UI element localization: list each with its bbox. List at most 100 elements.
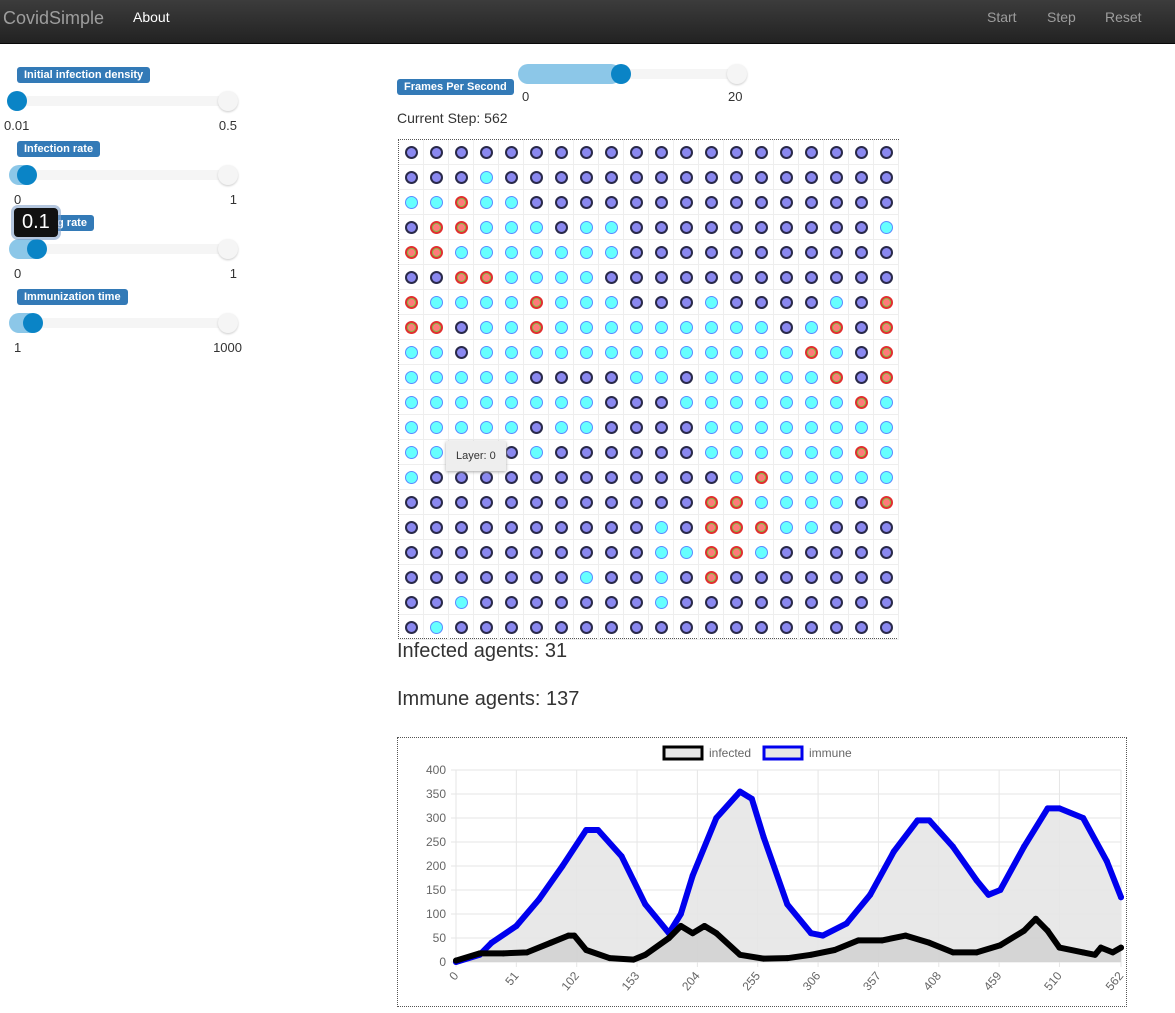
grid-cell[interactable]: [774, 515, 799, 540]
grid-cell[interactable]: [849, 490, 874, 515]
grid-cell[interactable]: [774, 490, 799, 515]
grid-cell[interactable]: [874, 465, 899, 490]
grid-cell[interactable]: [724, 465, 749, 490]
slider[interactable]: [9, 165, 238, 185]
grid-cell[interactable]: [474, 290, 499, 315]
grid-cell[interactable]: [599, 365, 624, 390]
grid-cell[interactable]: [724, 440, 749, 465]
grid-cell[interactable]: [449, 390, 474, 415]
grid-cell[interactable]: [699, 465, 724, 490]
grid-cell[interactable]: [624, 140, 649, 165]
grid-cell[interactable]: [799, 290, 824, 315]
grid-cell[interactable]: [699, 615, 724, 640]
grid-cell[interactable]: [824, 165, 849, 190]
grid-cell[interactable]: [449, 565, 474, 590]
grid-cell[interactable]: [399, 390, 424, 415]
grid-cell[interactable]: [499, 490, 524, 515]
grid-cell[interactable]: [474, 415, 499, 440]
grid-cell[interactable]: [774, 165, 799, 190]
grid-cell[interactable]: [524, 590, 549, 615]
grid-cell[interactable]: [399, 340, 424, 365]
grid-cell[interactable]: [674, 615, 699, 640]
grid-cell[interactable]: [849, 315, 874, 340]
grid-cell[interactable]: [749, 415, 774, 440]
grid-cell[interactable]: [799, 315, 824, 340]
grid-cell[interactable]: [824, 315, 849, 340]
grid-cell[interactable]: [449, 140, 474, 165]
grid-cell[interactable]: [849, 540, 874, 565]
grid-cell[interactable]: [424, 390, 449, 415]
grid-cell[interactable]: [724, 215, 749, 240]
grid-cell[interactable]: [474, 365, 499, 390]
grid-cell[interactable]: [649, 340, 674, 365]
grid-cell[interactable]: [674, 490, 699, 515]
grid-cell[interactable]: [574, 490, 599, 515]
grid-cell[interactable]: [524, 140, 549, 165]
grid-cell[interactable]: [649, 440, 674, 465]
grid-cell[interactable]: [724, 515, 749, 540]
grid-cell[interactable]: [424, 615, 449, 640]
grid-cell[interactable]: [874, 565, 899, 590]
grid-cell[interactable]: [774, 540, 799, 565]
grid-cell[interactable]: [724, 615, 749, 640]
grid-cell[interactable]: [574, 440, 599, 465]
grid-cell[interactable]: [774, 415, 799, 440]
grid-cell[interactable]: [799, 265, 824, 290]
grid-cell[interactable]: [699, 190, 724, 215]
grid-cell[interactable]: [549, 315, 574, 340]
grid-cell[interactable]: [574, 565, 599, 590]
grid-cell[interactable]: [624, 340, 649, 365]
grid-cell[interactable]: [524, 565, 549, 590]
grid-cell[interactable]: [574, 190, 599, 215]
grid-cell[interactable]: [474, 340, 499, 365]
grid-cell[interactable]: [599, 465, 624, 490]
grid-cell[interactable]: [674, 165, 699, 190]
grid-cell[interactable]: [824, 590, 849, 615]
grid-cell[interactable]: [649, 490, 674, 515]
grid-cell[interactable]: [574, 365, 599, 390]
grid-cell[interactable]: [474, 140, 499, 165]
grid-cell[interactable]: [799, 540, 824, 565]
step-button[interactable]: Step: [1047, 9, 1076, 25]
grid-cell[interactable]: [599, 440, 624, 465]
grid-cell[interactable]: [524, 315, 549, 340]
grid-cell[interactable]: [574, 540, 599, 565]
grid-cell[interactable]: [724, 565, 749, 590]
grid-cell[interactable]: [699, 265, 724, 290]
grid-cell[interactable]: [524, 465, 549, 490]
grid-cell[interactable]: [524, 540, 549, 565]
grid-cell[interactable]: [749, 540, 774, 565]
grid-cell[interactable]: [424, 190, 449, 215]
grid-cell[interactable]: [649, 165, 674, 190]
grid-cell[interactable]: [599, 190, 624, 215]
grid-cell[interactable]: [749, 215, 774, 240]
grid-cell[interactable]: [699, 490, 724, 515]
grid-cell[interactable]: [699, 240, 724, 265]
grid-cell[interactable]: [424, 490, 449, 515]
grid-cell[interactable]: [824, 265, 849, 290]
grid-cell[interactable]: [749, 440, 774, 465]
grid-cell[interactable]: [674, 265, 699, 290]
grid-cell[interactable]: [399, 615, 424, 640]
grid-cell[interactable]: [549, 465, 574, 490]
grid-cell[interactable]: [524, 340, 549, 365]
grid-cell[interactable]: [499, 365, 524, 390]
grid-cell[interactable]: [774, 290, 799, 315]
grid-cell[interactable]: [774, 240, 799, 265]
grid-cell[interactable]: [599, 340, 624, 365]
agent-grid[interactable]: [398, 139, 899, 640]
grid-cell[interactable]: [424, 140, 449, 165]
grid-cell[interactable]: [499, 340, 524, 365]
grid-cell[interactable]: [399, 240, 424, 265]
grid-cell[interactable]: [574, 215, 599, 240]
slider-handle[interactable]: [16, 165, 37, 185]
grid-cell[interactable]: [849, 190, 874, 215]
grid-cell[interactable]: [874, 440, 899, 465]
reset-button[interactable]: Reset: [1105, 9, 1142, 25]
grid-cell[interactable]: [724, 240, 749, 265]
grid-cell[interactable]: [449, 340, 474, 365]
grid-cell[interactable]: [774, 565, 799, 590]
grid-cell[interactable]: [599, 390, 624, 415]
grid-cell[interactable]: [724, 290, 749, 315]
grid-cell[interactable]: [424, 365, 449, 390]
